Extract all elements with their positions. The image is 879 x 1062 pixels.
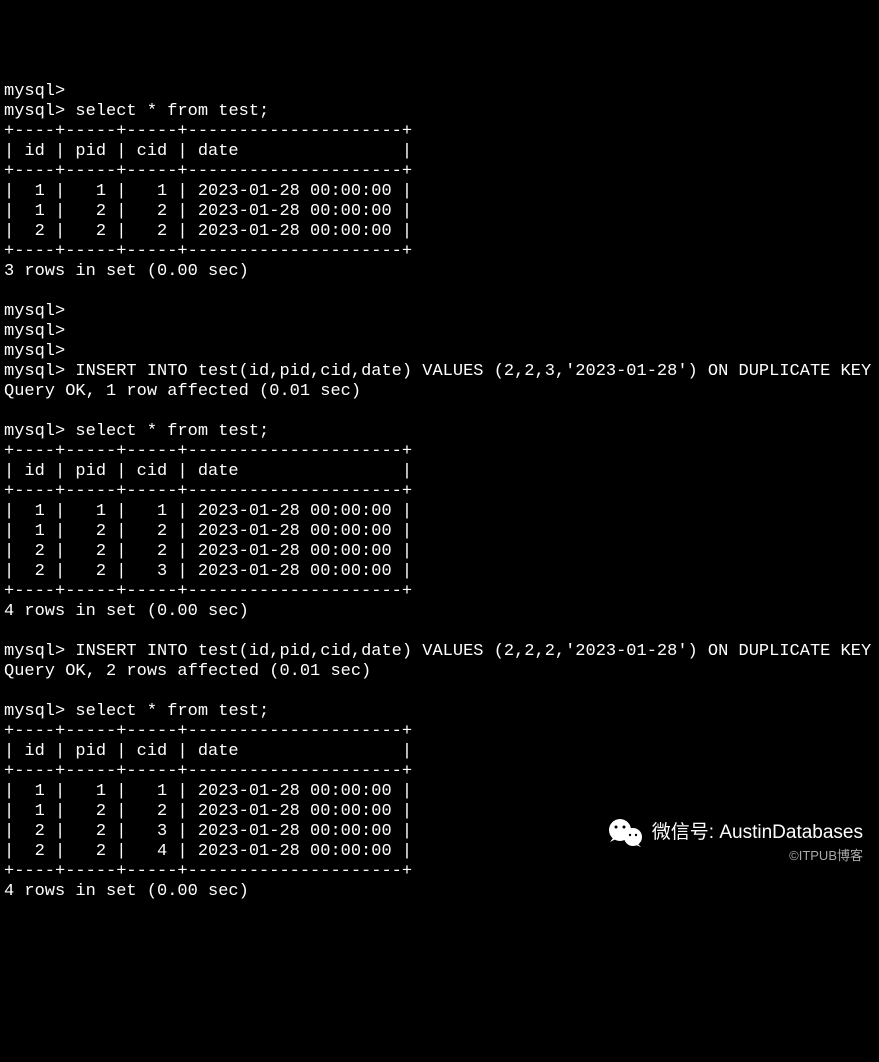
table-row: | 1 | 1 | 1 | 2023-01-28 00:00:00 | [4,182,412,201]
table-header: | id | pid | cid | date | [4,142,412,161]
query-result: Query OK, 1 row affected (0.01 sec) [4,382,361,401]
prompt: mysql> [4,302,65,321]
table-row: | 2 | 2 | 4 | 2023-01-28 00:00:00 | [4,842,412,861]
query-result: Query OK, 2 rows affected (0.01 sec) [4,662,371,681]
table-row: | 1 | 2 | 2 | 2023-01-28 00:00:00 | [4,522,412,541]
table-border: +----+-----+-----+---------------------+ [4,242,412,261]
sql-query: select * from test; [75,702,269,721]
table-border: +----+-----+-----+---------------------+ [4,582,412,601]
table-border: +----+-----+-----+---------------------+ [4,122,412,141]
table-border: +----+-----+-----+---------------------+ [4,722,412,741]
result-summary: 3 rows in set (0.00 sec) [4,262,249,281]
table-row: | 2 | 2 | 2 | 2023-01-28 00:00:00 | [4,222,412,241]
table-border: +----+-----+-----+---------------------+ [4,862,412,881]
table-row: | 2 | 2 | 3 | 2023-01-28 00:00:00 | [4,822,412,841]
table-border: +----+-----+-----+---------------------+ [4,442,412,461]
sql-query: select * from test; [75,422,269,441]
prompt: mysql> [4,642,65,661]
table-row: | 2 | 2 | 3 | 2023-01-28 00:00:00 | [4,562,412,581]
watermark-copyright: ©ITPUB博客 [789,846,863,866]
prompt: mysql> [4,362,65,381]
prompt: mysql> [4,342,65,361]
table-border: +----+-----+-----+---------------------+ [4,482,412,501]
table-header: | id | pid | cid | date | [4,742,412,761]
prompt: mysql> [4,82,65,101]
prompt: mysql> [4,422,65,441]
prompt: mysql> [4,322,65,341]
result-summary: 4 rows in set (0.00 sec) [4,602,249,621]
table-row: | 1 | 2 | 2 | 2023-01-28 00:00:00 | [4,202,412,221]
table-row: | 1 | 1 | 1 | 2023-01-28 00:00:00 | [4,502,412,521]
sql-query: INSERT INTO test(id,pid,cid,date) VALUES… [65,642,879,661]
table-header: | id | pid | cid | date | [4,462,412,481]
watermark-text: 微信号: AustinDatabases [652,823,863,843]
table-border: +----+-----+-----+---------------------+ [4,162,412,181]
watermark: 微信号: AustinDatabases [608,818,863,848]
table-row: | 1 | 2 | 2 | 2023-01-28 00:00:00 | [4,802,412,821]
sql-query: select * from test; [75,102,269,121]
prompt: mysql> [4,702,65,721]
table-border: +----+-----+-----+---------------------+ [4,762,412,781]
terminal-output[interactable]: mysql> mysql> select * from test; +----+… [4,82,875,902]
result-summary: 4 rows in set (0.00 sec) [4,882,249,901]
prompt: mysql> [4,102,65,121]
sql-query: INSERT INTO test(id,pid,cid,date) VALUES… [65,362,879,381]
table-row: | 2 | 2 | 2 | 2023-01-28 00:00:00 | [4,542,412,561]
table-row: | 1 | 1 | 1 | 2023-01-28 00:00:00 | [4,782,412,801]
wechat-icon [608,818,644,848]
